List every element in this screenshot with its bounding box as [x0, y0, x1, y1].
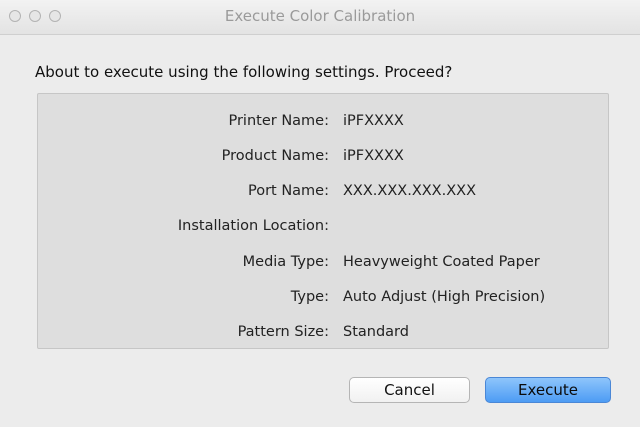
setting-label: Product Name: — [221, 148, 329, 164]
setting-row-pattern-size: Pattern Size: Standard — [38, 324, 610, 346]
confirmation-prompt: About to execute using the following set… — [35, 63, 453, 81]
settings-panel: Printer Name: iPFXXXX Product Name: iPFX… — [37, 93, 609, 349]
setting-value: Auto Adjust (High Precision) — [343, 289, 546, 305]
setting-value: Standard — [343, 324, 409, 340]
title-bar: Execute Color Calibration — [0, 0, 640, 35]
setting-label: Media Type: — [242, 254, 329, 270]
setting-label: Type: — [290, 289, 329, 305]
setting-value: XXX.XXX.XXX.XXX — [343, 183, 477, 199]
setting-row-product-name: Product Name: iPFXXXX — [38, 148, 610, 170]
setting-label: Pattern Size: — [237, 324, 329, 340]
dialog-window: Execute Color Calibration About to execu… — [0, 0, 640, 427]
setting-label: Installation Location: — [177, 218, 329, 234]
setting-row-installation-location: Installation Location: — [38, 218, 610, 240]
execute-button[interactable]: Execute — [485, 377, 611, 403]
setting-label: Printer Name: — [228, 113, 329, 129]
setting-value: iPFXXXX — [343, 148, 404, 164]
setting-row-media-type: Media Type: Heavyweight Coated Paper — [38, 254, 610, 276]
setting-row-port-name: Port Name: XXX.XXX.XXX.XXX — [38, 183, 610, 205]
setting-row-printer-name: Printer Name: iPFXXXX — [38, 113, 610, 135]
setting-value: iPFXXXX — [343, 113, 404, 129]
setting-value: Heavyweight Coated Paper — [343, 254, 540, 270]
setting-label: Port Name: — [247, 183, 329, 199]
cancel-button[interactable]: Cancel — [349, 377, 470, 403]
setting-row-type: Type: Auto Adjust (High Precision) — [38, 289, 610, 311]
window-title: Execute Color Calibration — [224, 7, 416, 25]
